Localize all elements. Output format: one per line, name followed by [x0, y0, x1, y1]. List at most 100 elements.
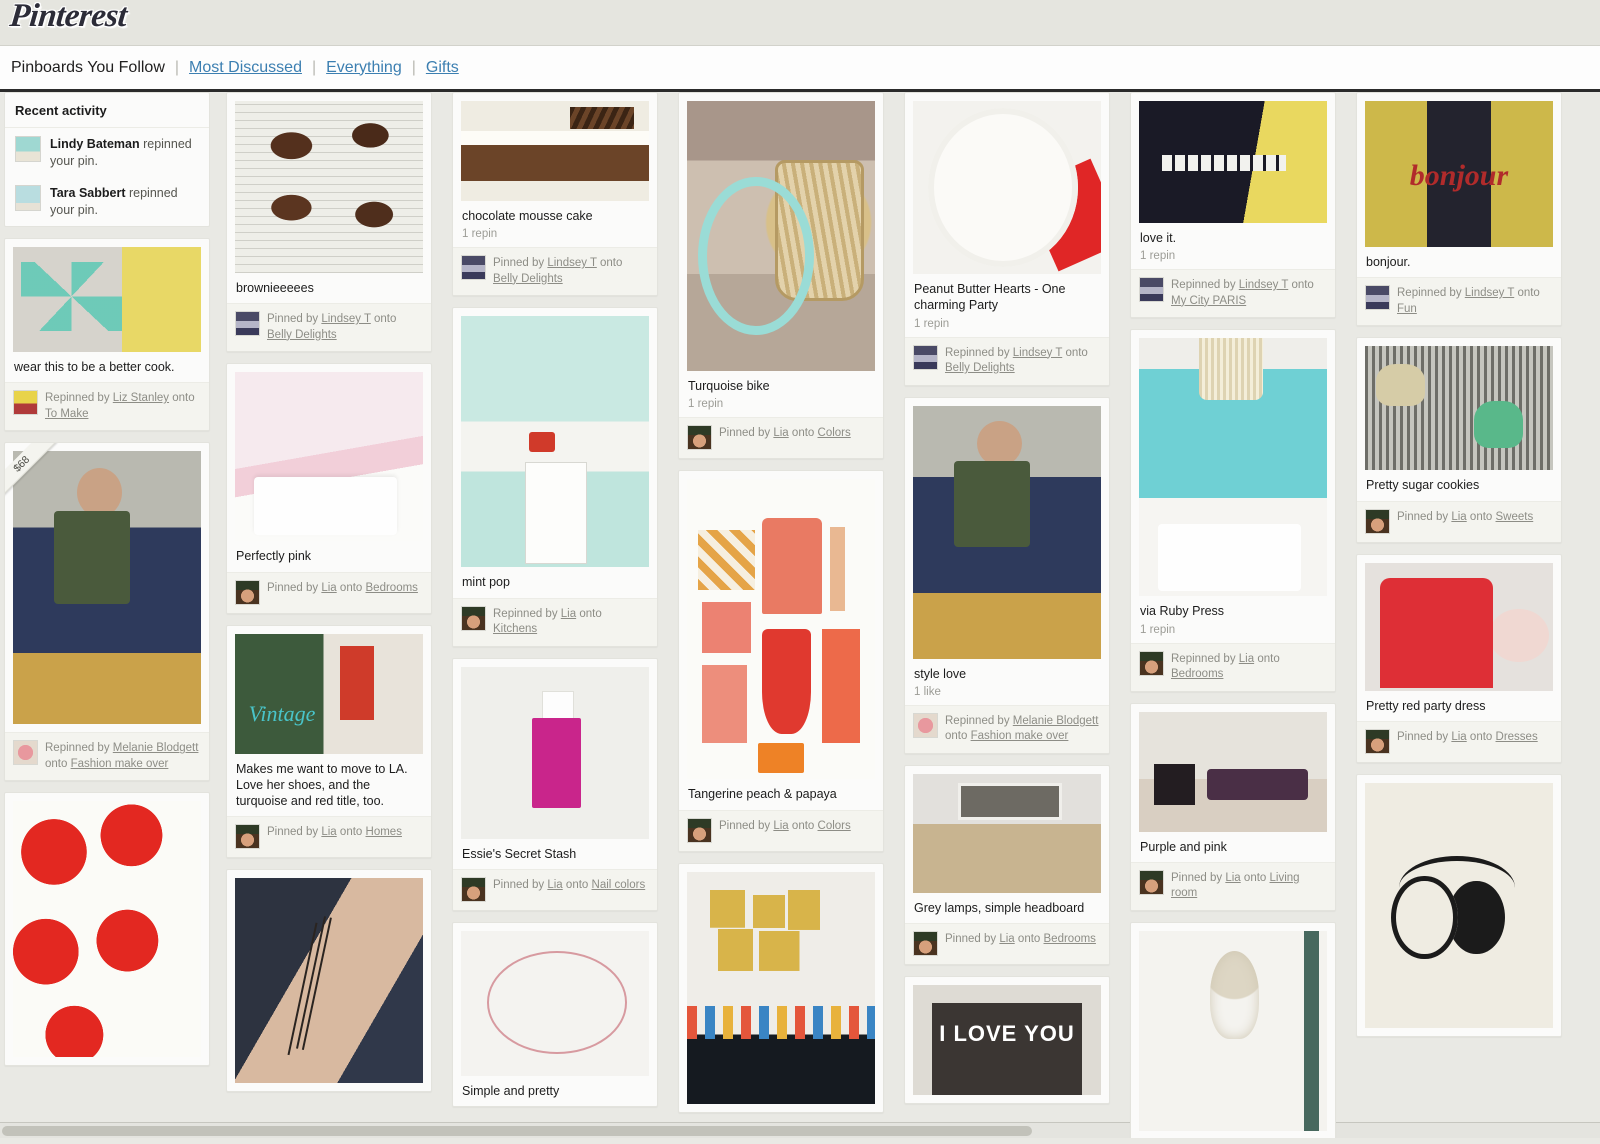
pin-attribution-board-link[interactable]: Belly Delights [945, 362, 1015, 374]
avatar[interactable] [235, 824, 260, 850]
pin-attribution-user-link[interactable]: Lindsey T [321, 313, 370, 325]
pin-image[interactable] [913, 773, 1101, 893]
avatar[interactable] [235, 579, 260, 605]
pin-image-wrapper[interactable] [1357, 338, 1561, 471]
nav-link-most-discussed[interactable]: Most Discussed [189, 59, 302, 77]
pin-card[interactable]: Perfectly pink Pinned by Lia onto Bedroom… [226, 363, 432, 614]
avatar[interactable] [235, 311, 260, 337]
pin-image[interactable] [235, 878, 423, 1084]
pin-attribution-board-link[interactable]: Bedrooms [1171, 668, 1223, 680]
pin-attribution-board-link[interactable]: Fun [1397, 303, 1417, 315]
pin-attribution-board-link[interactable]: Dresses [1496, 731, 1538, 743]
pin-image-wrapper[interactable] [453, 923, 657, 1076]
pin-image[interactable] [235, 101, 423, 273]
pin-image[interactable] [687, 479, 875, 780]
pin-image[interactable] [1365, 562, 1553, 691]
pin-attribution-user-link[interactable]: Lia [773, 820, 788, 832]
pin-card[interactable]: $68 Repinned by Melanie Blodgett onto Fas… [4, 442, 210, 782]
pin-attribution-user-link[interactable]: Lindsey T [1239, 279, 1288, 291]
avatar[interactable] [461, 255, 486, 281]
pin-attribution-board-link[interactable]: Belly Delights [493, 273, 563, 285]
pin-image[interactable] [13, 247, 201, 352]
pin-attribution-user-link[interactable]: Lia [561, 608, 576, 620]
pin-card[interactable]: love it. 1 repin Repinned by Lindsey T ont… [1130, 92, 1336, 319]
pin-image-wrapper[interactable] [453, 659, 657, 839]
pin-image-wrapper[interactable] [1357, 555, 1561, 691]
nav-link-gifts[interactable]: Gifts [426, 59, 459, 77]
pin-card[interactable]: brownieeeees Pinned by Lindsey T onto Bel… [226, 92, 432, 353]
pin-image[interactable] [235, 372, 423, 542]
pin-image-wrapper[interactable] [1131, 93, 1335, 223]
pin-attribution-user-link[interactable]: Lia [1239, 653, 1254, 665]
pin-image[interactable] [461, 101, 649, 201]
pin-image[interactable] [13, 451, 201, 725]
nav-link-everything[interactable]: Everything [326, 59, 402, 77]
pin-image[interactable] [1365, 101, 1553, 247]
pin-attribution-user-link[interactable]: Lindsey T [1013, 347, 1062, 359]
pin-image[interactable] [1365, 782, 1553, 1028]
pin-image-wrapper[interactable] [5, 793, 209, 1058]
pin-image-wrapper[interactable] [1357, 93, 1561, 247]
pin-image-wrapper[interactable] [1131, 923, 1335, 1131]
pin-attribution-board-link[interactable]: Homes [366, 826, 402, 838]
pin-card[interactable]: Grey lamps, simple headboard Pinned by Li… [904, 764, 1110, 966]
pin-image-wrapper[interactable] [679, 864, 883, 1104]
horizontal-scrollbar[interactable] [0, 1122, 1600, 1138]
pin-image[interactable] [1365, 346, 1553, 471]
pin-image-wrapper[interactable]: I LOVE YOU [905, 977, 1109, 1096]
pin-card[interactable]: style love 1 like Repinned by Melanie Blod… [904, 396, 1110, 754]
activity-user-name[interactable]: Lindy Bateman [50, 137, 140, 151]
pin-attribution-board-link[interactable]: Nail colors [592, 879, 646, 891]
pin-attribution-board-link[interactable]: Sweets [1496, 511, 1534, 523]
pin-attribution-user-link[interactable]: Lia [773, 427, 788, 439]
pin-image[interactable] [461, 930, 649, 1076]
avatar[interactable] [1139, 869, 1164, 895]
avatar[interactable] [461, 876, 486, 902]
avatar[interactable] [913, 931, 938, 957]
pin-card[interactable]: Peanut Butter Hearts - One charming Part… [904, 92, 1110, 386]
pin-card[interactable] [678, 862, 884, 1113]
pin-image-wrapper[interactable] [905, 766, 1109, 893]
pin-card[interactable]: via Ruby Press 1 repin Repinned by Lia ont… [1130, 329, 1336, 692]
activity-user-name[interactable]: Tara Sabbert [50, 186, 126, 200]
avatar[interactable] [913, 712, 938, 738]
avatar[interactable] [461, 605, 486, 631]
pin-attribution-user-link[interactable]: Melanie Blodgett [113, 742, 199, 754]
activity-item[interactable]: Lindy Bateman repinned your pin. [5, 128, 209, 177]
pin-image[interactable] [1139, 101, 1327, 223]
pin-image[interactable] [1139, 711, 1327, 832]
pin-attribution-board-link[interactable]: Bedrooms [1044, 933, 1096, 945]
pin-card[interactable]: Pretty red party dress Pinned by Lia onto… [1356, 553, 1562, 763]
pin-attribution-board-link[interactable]: Belly Delights [267, 329, 337, 341]
pin-card[interactable] [1130, 921, 1336, 1138]
avatar[interactable] [1139, 277, 1164, 303]
pin-card[interactable]: Simple and pretty [452, 921, 658, 1108]
pin-image-wrapper[interactable] [905, 398, 1109, 659]
avatar[interactable] [1365, 728, 1390, 754]
pin-attribution-user-link[interactable]: Lia [1451, 511, 1466, 523]
pin-card[interactable]: mint pop Repinned by Lia onto Kitchens [452, 307, 658, 647]
pin-attribution-user-link[interactable]: Lia [1225, 872, 1240, 884]
pin-card[interactable]: I LOVE YOU [904, 976, 1110, 1105]
pin-attribution-user-link[interactable]: Lia [547, 879, 562, 891]
pin-card[interactable]: wear this to be a better cook. Repinned b… [4, 238, 210, 432]
avatar[interactable] [13, 740, 38, 766]
avatar[interactable] [13, 390, 38, 416]
pin-image-wrapper[interactable] [1131, 330, 1335, 597]
pin-image[interactable] [1139, 338, 1327, 597]
pin-card[interactable]: chocolate mousse cake 1 repin Pinned by Li… [452, 92, 658, 297]
pin-card[interactable]: Turquoise bike 1 repin Pinned by Lia onto … [678, 92, 884, 460]
pin-attribution-board-link[interactable]: Colors [818, 427, 851, 439]
pin-attribution-board-link[interactable]: Colors [818, 820, 851, 832]
pin-image-wrapper[interactable] [905, 93, 1109, 274]
pin-attribution-board-link[interactable]: To Make [45, 408, 88, 420]
avatar[interactable] [913, 344, 938, 370]
pin-image[interactable] [13, 801, 201, 1058]
pin-image[interactable] [461, 666, 649, 839]
pin-attribution-board-link[interactable]: My City PARIS [1171, 295, 1246, 307]
pin-attribution-board-link[interactable]: Fashion make over [71, 758, 169, 770]
pin-image[interactable]: I LOVE YOU [913, 985, 1101, 1096]
pin-image[interactable] [235, 633, 423, 754]
pinterest-logo[interactable]: Pinterest [8, 0, 128, 35]
pin-image-wrapper[interactable] [1357, 775, 1561, 1028]
